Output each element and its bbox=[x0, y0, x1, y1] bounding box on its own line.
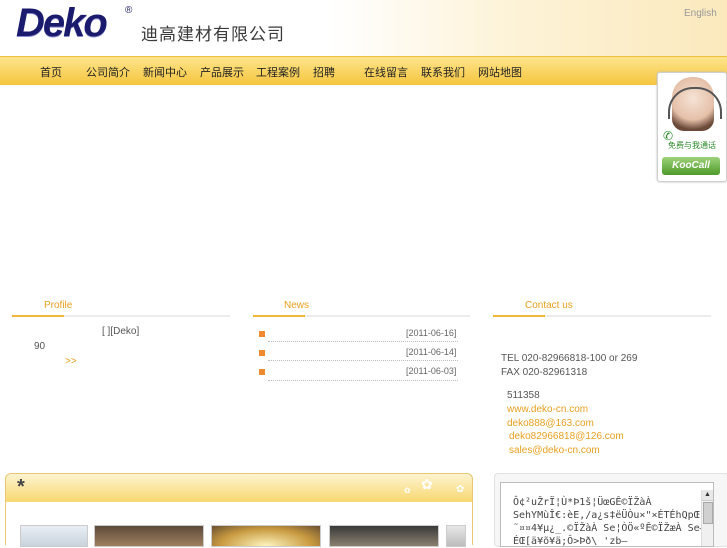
products-banner: * ✿ ✿ ✿ bbox=[5, 473, 473, 503]
news-date: [2011-06-14] bbox=[406, 347, 457, 357]
nav-item-products[interactable]: 产品展示 bbox=[200, 64, 244, 80]
news-bullet-icon bbox=[259, 331, 265, 337]
nav-item-messages[interactable]: 在线留言 bbox=[364, 64, 408, 80]
nav-item-projects[interactable]: 工程案例 bbox=[256, 64, 300, 80]
news-date: [2011-06-16] bbox=[406, 328, 457, 338]
news-row[interactable] bbox=[268, 360, 458, 361]
flower-icon: ✿ bbox=[421, 476, 433, 492]
call-widget[interactable]: ✆ 免费与我通话 KooCall bbox=[657, 72, 727, 182]
product-thumbnail[interactable] bbox=[20, 525, 88, 547]
koocall-button[interactable]: KooCall bbox=[662, 157, 720, 175]
news-title: News bbox=[284, 300, 310, 311]
news-divider bbox=[253, 315, 470, 317]
profile-text-2: 90 bbox=[34, 341, 46, 352]
news-row[interactable] bbox=[268, 380, 458, 381]
nav-item-jobs[interactable]: 招聘 bbox=[313, 64, 335, 80]
contact-title: Contact us bbox=[525, 300, 573, 311]
contact-fax: FAX 020-82961318 bbox=[501, 367, 588, 378]
nav-item-sitemap[interactable]: 网站地图 bbox=[478, 64, 522, 80]
main-nav: 首页 公司简介 新闻中心 产品展示 工程案例 招聘 在线留言 联系我们 网站地图 bbox=[0, 56, 727, 85]
product-thumbnail[interactable] bbox=[446, 525, 466, 547]
contact-email-link[interactable]: deko82966818@126.com bbox=[509, 431, 624, 442]
contact-email-link[interactable]: deko888@163.com bbox=[507, 418, 594, 429]
profile-divider bbox=[12, 315, 230, 317]
english-language-link[interactable]: English bbox=[684, 8, 717, 19]
banner-star: * bbox=[17, 476, 25, 498]
scroll-up-icon[interactable]: ▲ bbox=[702, 490, 713, 501]
contact-tel: TEL 020-82966818-100 or 269 bbox=[501, 353, 638, 364]
notice-textarea[interactable]: Ô¢²uŽrÏ¦Ù*Þ1š¦ÜœGÊ©ÏŽàÀ SehYMùÎ€:èE,/a¿s‡… bbox=[500, 482, 714, 547]
nav-item-profile[interactable]: 公司简介 bbox=[86, 64, 130, 80]
product-thumbnail[interactable] bbox=[94, 525, 204, 547]
product-thumbnail[interactable] bbox=[329, 525, 439, 547]
company-logo[interactable]: Deko bbox=[16, 3, 108, 43]
contact-website-link[interactable]: www.deko-cn.com bbox=[507, 404, 588, 415]
contact-postcode: 511358 bbox=[507, 390, 540, 401]
profile-text-1: [ ][Deko] bbox=[102, 326, 140, 337]
headset-icon bbox=[668, 87, 722, 119]
contact-divider bbox=[493, 315, 711, 317]
registered-mark: ® bbox=[125, 5, 133, 16]
flower-icon: ✿ bbox=[456, 484, 465, 495]
product-thumbnail[interactable] bbox=[211, 525, 321, 547]
news-row[interactable] bbox=[268, 341, 458, 342]
flower-icon: ✿ bbox=[404, 486, 411, 495]
nav-item-home[interactable]: 首页 bbox=[40, 64, 62, 80]
notice-scrollbar[interactable]: ▲ bbox=[701, 490, 713, 546]
news-bullet-icon bbox=[259, 350, 265, 356]
scroll-thumb[interactable] bbox=[703, 502, 713, 524]
nav-item-news[interactable]: 新闻中心 bbox=[143, 64, 187, 80]
notice-text: Ô¢²uŽrÏ¦Ù*Þ1š¦ÜœGÊ©ÏŽàÀ SehYMùÎ€:èE,/a¿s‡… bbox=[513, 497, 706, 547]
contact-email-link[interactable]: sales@deko-cn.com bbox=[509, 445, 600, 456]
news-bullet-icon bbox=[259, 369, 265, 375]
site-header: Deko ® 迪高建材有限公司 English bbox=[0, 0, 727, 56]
profile-more-link[interactable]: >> bbox=[65, 356, 77, 367]
call-me-label[interactable]: 免费与我通话 bbox=[668, 140, 716, 151]
company-name: 迪高建材有限公司 bbox=[141, 25, 285, 45]
nav-item-contact[interactable]: 联系我们 bbox=[421, 64, 465, 80]
profile-title: Profile bbox=[44, 300, 73, 311]
news-date: [2011-06-03] bbox=[406, 366, 457, 376]
